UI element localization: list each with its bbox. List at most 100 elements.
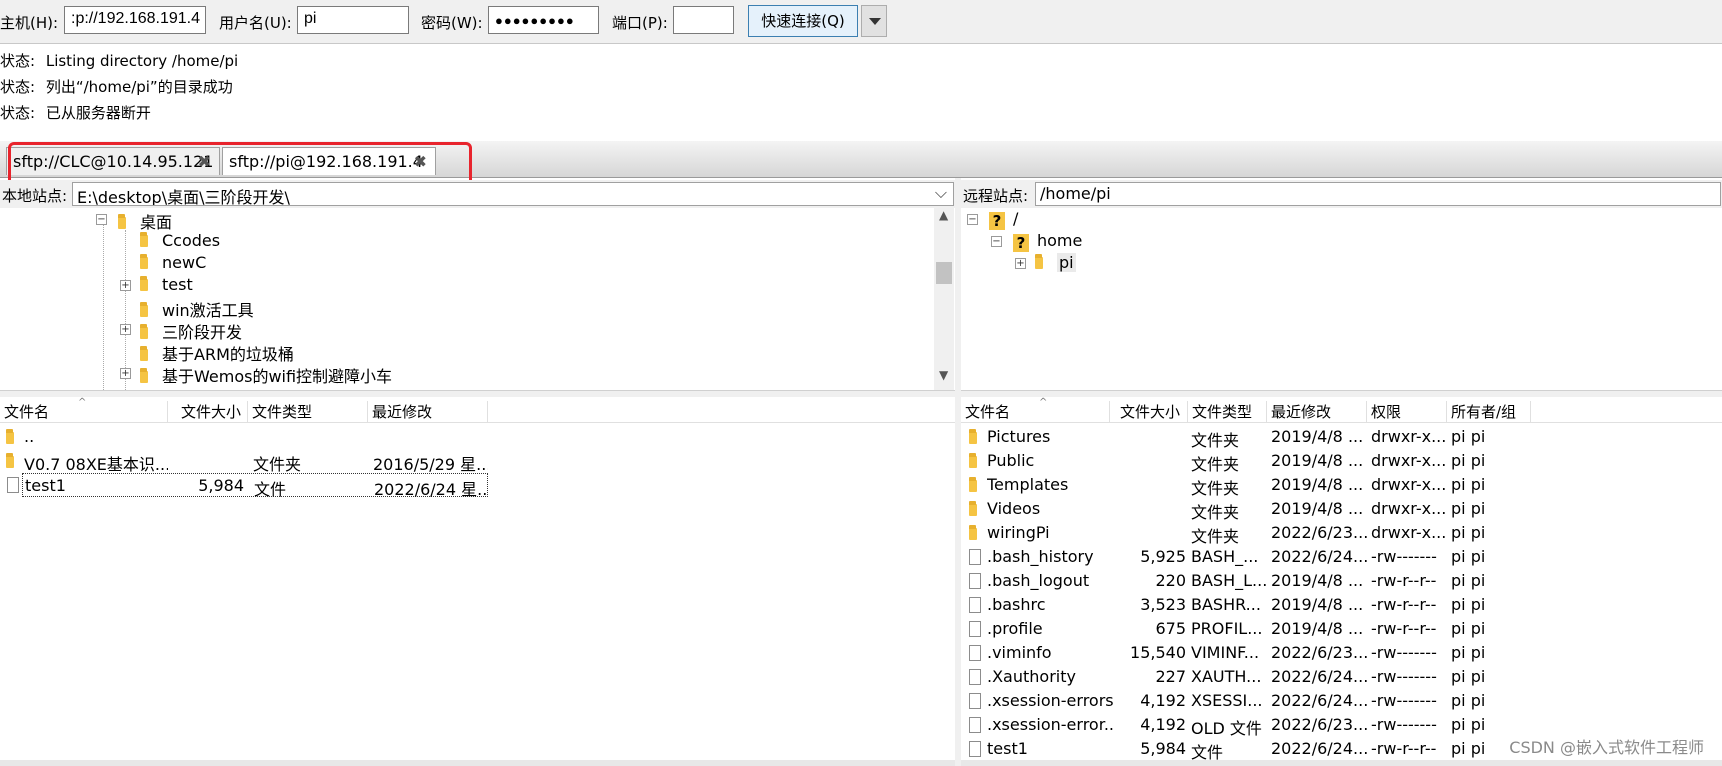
local-file-list: .. V0.7 08XE基本识... 文件夹 2016/5/29 星... te…: [0, 423, 955, 760]
list-item[interactable]: .xsession-error... 4,192 OLD 文件 2022/6/23..…: [961, 713, 1531, 738]
collapse-icon[interactable]: −: [96, 214, 107, 225]
folder-icon: [969, 525, 983, 541]
column-filetype[interactable]: 文件类型: [248, 401, 368, 423]
file-modified: 2019/4/8 ...: [1271, 499, 1364, 518]
file-type: XSESSI...: [1191, 691, 1263, 710]
list-item[interactable]: ..: [0, 425, 488, 449]
file-name: .viminfo: [987, 643, 1052, 662]
file-type: 文件夹: [1191, 503, 1240, 522]
list-item[interactable]: test1 5,984 文件 2022/6/24... -rw-r--r-- pi pi: [961, 737, 1531, 762]
list-item[interactable]: .bash_logout 220 BASH_L... 2019/4/8 ... -rw-…: [961, 569, 1531, 593]
remote-site-label: 远程站点:: [963, 187, 1029, 205]
tree-node-arm-bin[interactable]: 基于ARM的垃圾桶: [140, 341, 294, 364]
chevron-down-icon[interactable]: ⌵: [935, 183, 947, 203]
scroll-down-icon[interactable]: ▼: [939, 368, 948, 382]
quickconnect-button[interactable]: 快速连接(Q): [748, 5, 858, 37]
tree-node-pi[interactable]: + pi: [1015, 253, 1076, 275]
tree-node-newc[interactable]: newC: [140, 253, 206, 275]
port-input[interactable]: [673, 6, 734, 34]
list-item[interactable]: .bash_history 5,925 BASH_... 2022/6/24... -r…: [961, 545, 1531, 569]
tree-node-home[interactable]: − ? home: [991, 231, 1082, 253]
column-modified[interactable]: 最近修改: [368, 401, 488, 423]
log-line: 状态: 已从服务器断开: [0, 104, 151, 122]
file-size: 5,984: [1140, 739, 1186, 758]
list-item-selected[interactable]: test1 5,984 文件 2022/6/24 星...: [7, 473, 488, 499]
file-owner: pi pi: [1451, 475, 1486, 494]
expand-icon[interactable]: +: [120, 280, 131, 291]
collapse-icon[interactable]: −: [967, 214, 978, 225]
file-name: .xsession-error...: [987, 715, 1115, 734]
file-owner: pi pi: [1451, 427, 1486, 446]
collapse-icon[interactable]: −: [991, 236, 1002, 247]
tree-node-ccodes[interactable]: Ccodes: [140, 231, 220, 253]
folder-icon: [140, 302, 154, 318]
column-filename[interactable]: 文件名: [961, 401, 1110, 423]
file-type: BASH_L...: [1191, 571, 1267, 590]
file-name: Templates: [987, 475, 1069, 494]
local-site-label: 本地站点:: [2, 187, 68, 205]
file-name: .Xauthority: [987, 667, 1076, 686]
expand-icon[interactable]: +: [1015, 258, 1026, 269]
local-path-input[interactable]: E:\desktop\桌面\三阶段开发\ ⌵: [72, 182, 954, 206]
question-icon: ?: [989, 212, 1005, 230]
folder-icon: [140, 232, 154, 248]
list-item[interactable]: Templates 文件夹 2019/4/8 ... drwxr-x... pi pi: [961, 473, 1531, 498]
column-filesize[interactable]: 文件大小: [177, 401, 248, 423]
list-item[interactable]: .xsession-errors 4,192 XSESSI... 2022/6/24.…: [961, 689, 1531, 713]
column-filename[interactable]: 文件名: [0, 401, 168, 423]
list-item[interactable]: Public 文件夹 2019/4/8 ... drwxr-x... pi pi: [961, 449, 1531, 474]
tree-node-test[interactable]: + test: [120, 275, 193, 297]
list-item[interactable]: Videos 文件夹 2019/4/8 ... drwxr-x... pi pi: [961, 497, 1531, 522]
column-filesize[interactable]: 文件大小: [1116, 401, 1188, 423]
password-input[interactable]: ●●●●●●●●●: [488, 6, 599, 34]
list-item[interactable]: .viminfo 15,540 VIMINF... 2022/6/23... -rw--…: [961, 641, 1531, 665]
host-input[interactable]: :p://192.168.191.4: [64, 6, 206, 34]
file-owner: pi pi: [1451, 595, 1486, 614]
file-icon: [969, 549, 981, 565]
list-item[interactable]: wiringPi 文件夹 2022/6/23... drwxr-x... pi pi: [961, 521, 1531, 546]
list-item[interactable]: V0.7 08XE基本识... 文件夹 2016/5/29 星...: [0, 449, 488, 474]
tree-node-stage3[interactable]: + 三阶段开发: [120, 319, 242, 342]
list-item[interactable]: Pictures 文件夹 2019/4/8 ... drwxr-x... pi pi: [961, 425, 1531, 450]
list-item[interactable]: .profile 675 PROFIL... 2019/4/8 ... -rw-r--r…: [961, 617, 1531, 641]
file-icon: [969, 741, 981, 757]
file-type: 文件夹: [1191, 431, 1240, 450]
file-modified: 2019/4/8 ...: [1271, 619, 1364, 638]
file-perm: -rw-r--r--: [1371, 619, 1437, 638]
file-icon: [969, 717, 981, 733]
username-input[interactable]: pi: [297, 6, 409, 34]
column-owner[interactable]: 所有者/组: [1447, 401, 1531, 423]
column-modified[interactable]: 最近修改: [1267, 401, 1367, 423]
scroll-up-icon[interactable]: ▲: [939, 208, 948, 222]
tree-node-win-tools[interactable]: win激活工具: [140, 297, 254, 320]
column-permissions[interactable]: 权限: [1367, 401, 1447, 423]
quickconnect-dropdown-button[interactable]: [861, 5, 887, 37]
folder-icon: [140, 324, 154, 340]
local-horizontal-scrollbar[interactable]: [0, 760, 955, 766]
tree-node-wemos-car[interactable]: + 基于Wemos的wifi控制避障小车: [120, 363, 392, 386]
tree-node-desktop[interactable]: − 桌面: [96, 209, 172, 232]
list-item[interactable]: .bashrc 3,523 BASHR... 2019/4/8 ... -rw-r--r…: [961, 593, 1531, 617]
remote-splitter[interactable]: [961, 390, 1722, 397]
list-item[interactable]: .Xauthority 227 XAUTH... 2022/6/24... -rw---…: [961, 665, 1531, 689]
remote-path-input[interactable]: /home/pi: [1035, 182, 1721, 206]
expand-icon[interactable]: +: [120, 324, 131, 335]
file-type: 文件夹: [1191, 527, 1240, 546]
tree-node-root[interactable]: − ? /: [967, 209, 1018, 231]
file-name: .profile: [987, 619, 1043, 638]
remote-file-list-header: ^ 文件名 文件大小 文件类型 最近修改 权限 所有者/组: [961, 397, 1722, 423]
file-modified: 2019/4/8 ...: [1271, 427, 1364, 446]
remote-horizontal-scrollbar[interactable]: [961, 760, 1722, 766]
expand-icon[interactable]: +: [120, 368, 131, 379]
file-modified: 2019/4/8 ...: [1271, 451, 1364, 470]
folder-icon: [969, 477, 983, 493]
file-size: 15,540: [1130, 643, 1186, 662]
file-name: .xsession-errors: [987, 691, 1114, 710]
scrollbar-thumb[interactable]: [936, 262, 952, 284]
file-perm: drwxr-x...: [1371, 523, 1447, 542]
local-splitter[interactable]: [0, 390, 955, 397]
folder-icon: [118, 214, 132, 230]
local-tree-scrollbar[interactable]: ▲ ▼: [934, 208, 954, 390]
file-perm: -rw-r--r--: [1371, 595, 1437, 614]
column-filetype[interactable]: 文件类型: [1188, 401, 1267, 423]
